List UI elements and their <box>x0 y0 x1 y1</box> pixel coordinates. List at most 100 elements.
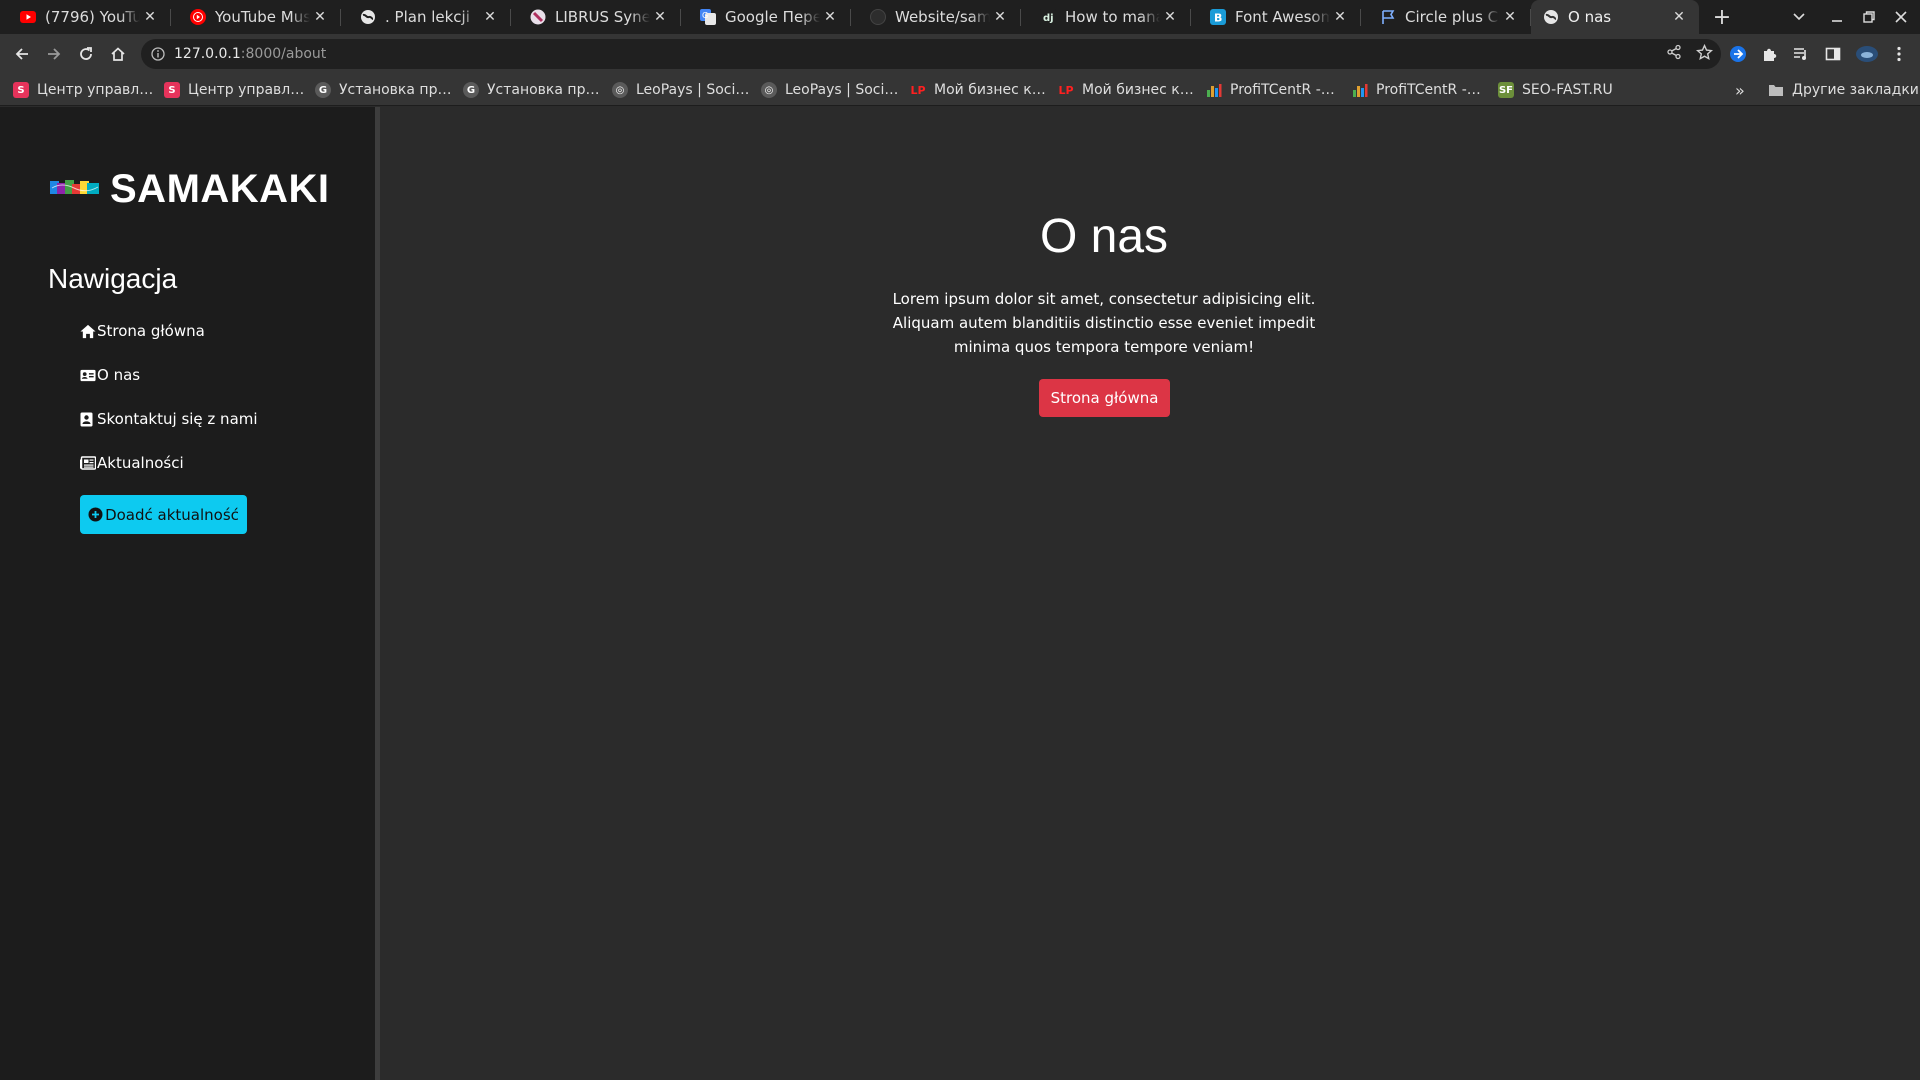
bookmark-item[interactable]: S Центр управл… <box>13 74 153 106</box>
sf-icon: SF <box>1498 82 1514 98</box>
close-icon[interactable]: ✕ <box>1160 7 1180 27</box>
close-window-button[interactable] <box>1884 0 1918 34</box>
tab-title: How to manage <box>1065 8 1160 26</box>
se-icon: S <box>13 82 29 98</box>
tab-search-button[interactable] <box>1782 0 1816 34</box>
menu-button[interactable] <box>1885 40 1913 68</box>
new-tab-button[interactable]: + <box>1708 3 1736 31</box>
nav-item-label: Aktualności <box>97 454 184 472</box>
home-button[interactable] <box>104 40 132 68</box>
extension-button[interactable] <box>1724 40 1752 68</box>
close-icon[interactable]: ✕ <box>1330 7 1350 27</box>
tab-strip: (7796) YouTube ✕ YouTube Music ✕ . Plan … <box>0 0 1920 34</box>
tab-o-nas[interactable]: O nas ✕ <box>1531 0 1699 34</box>
nav-item-news[interactable]: Aktualności <box>80 451 184 475</box>
brand[interactable]: SAMAKAKI <box>50 167 330 212</box>
chevron-down-icon <box>1793 13 1805 21</box>
bookmark-item[interactable]: ProfiTCentR -… <box>1352 74 1481 106</box>
page-viewport: SAMAKAKI Nawigacja Strona główna O nas S… <box>0 107 1920 1080</box>
url-host: 127.0.0.1 <box>174 46 241 62</box>
bookmark-label: SEO-FAST.RU <box>1522 82 1613 98</box>
bookmark-item[interactable]: G Установка пр… <box>315 74 451 106</box>
tab-title: LIBRUS Synergia <box>555 8 650 26</box>
home-icon <box>80 323 96 339</box>
newspaper-icon <box>80 455 96 471</box>
tab-title: Website/samakaki <box>895 8 990 26</box>
svg-text:dj: dj <box>1043 13 1054 24</box>
youtube-icon <box>20 9 36 25</box>
bookmark-item[interactable]: ◎ LeoPays | Soci… <box>761 74 898 106</box>
add-news-button[interactable]: Doadć aktualność <box>80 495 247 534</box>
tab-google-translate[interactable]: G Google Переводчик ✕ <box>680 0 851 34</box>
globe-icon <box>1543 9 1559 25</box>
profile-button[interactable] <box>1853 40 1881 68</box>
side-panel-icon <box>1825 47 1841 61</box>
bookmark-label: Другие закладки <box>1792 82 1919 98</box>
nav-item-home[interactable]: Strona główna <box>80 319 205 343</box>
tab-font-awesome[interactable]: B Font Awesome ✕ <box>1190 0 1361 34</box>
forward-button[interactable] <box>40 40 68 68</box>
bookmark-label: ProfiTCentR -… <box>1376 82 1481 98</box>
nav-item-label: Skontaktuj się z nami <box>97 410 258 428</box>
close-icon[interactable]: ✕ <box>1669 7 1689 27</box>
reload-button[interactable] <box>72 40 100 68</box>
other-bookmarks-folder[interactable]: Другие закладки <box>1768 74 1919 106</box>
bookmark-item[interactable]: LP Мой бизнес к… <box>1058 74 1194 106</box>
tab-plan-lekcji[interactable]: . Plan lekcji ✕ <box>340 0 511 34</box>
home-page-button[interactable]: Strona główna <box>1039 379 1170 417</box>
bookmark-item[interactable]: SF SEO-FAST.RU <box>1498 74 1613 106</box>
restore-button[interactable] <box>1852 0 1886 34</box>
close-icon[interactable]: ✕ <box>310 7 330 27</box>
close-icon[interactable]: ✕ <box>1500 7 1520 27</box>
close-icon[interactable]: ✕ <box>820 7 840 27</box>
back-button[interactable] <box>8 40 36 68</box>
tab-youtube-music[interactable]: YouTube Music ✕ <box>170 0 341 34</box>
tab-title: Circle plus Classic <box>1405 8 1500 26</box>
add-news-label: Doadć aktualność <box>105 505 239 524</box>
bookmarks-overflow-button[interactable]: » <box>1735 74 1745 106</box>
g-icon: G <box>463 82 479 98</box>
info-icon[interactable] <box>151 47 165 61</box>
tab-django[interactable]: dj How to manage ✕ <box>1020 0 1191 34</box>
logo-icon <box>50 178 100 202</box>
tab-youtube[interactable]: (7796) YouTube ✕ <box>0 0 171 34</box>
bookmark-item[interactable]: S Центр управл… <box>164 74 304 106</box>
reload-icon <box>80 47 92 60</box>
tab-librus[interactable]: LIBRUS Synergia ✕ <box>510 0 681 34</box>
g-icon: G <box>315 82 331 98</box>
bookmark-label: Центр управл… <box>188 82 305 98</box>
star-icon[interactable] <box>1695 43 1714 65</box>
bookmark-item[interactable]: LP Мой бизнес к… <box>910 74 1046 106</box>
nav-item-about[interactable]: O nas <box>80 363 140 387</box>
bar-chart-icon <box>1352 82 1368 98</box>
nav-item-contact[interactable]: Skontaktuj się z nami <box>80 407 258 431</box>
bootstrap-icon: B <box>1210 9 1226 25</box>
double-chevron-icon: » <box>1735 80 1745 100</box>
description-line: Aliquam autem blanditiis distinctio esse… <box>892 314 1316 332</box>
nav-heading: Nawigacja <box>48 263 178 294</box>
close-icon[interactable]: ✕ <box>140 7 160 27</box>
bookmark-label: Мой бизнес к… <box>1082 82 1194 98</box>
tab-circle-plus[interactable]: Circle plus Classic ✕ <box>1360 0 1531 34</box>
bookmark-item[interactable]: ◎ LeoPays | Soci… <box>612 74 749 106</box>
address-bar[interactable]: 127.0.0.1:8000/about <box>141 39 1721 69</box>
bookmark-item[interactable]: ProfiTCentR -… <box>1206 74 1335 106</box>
bookmark-label: Мой бизнес к… <box>934 82 1046 98</box>
close-icon[interactable]: ✕ <box>480 7 500 27</box>
sidebar: SAMAKAKI Nawigacja Strona główna O nas S… <box>0 107 380 1080</box>
close-icon[interactable]: ✕ <box>990 7 1010 27</box>
description-line: minima quos tempora tempore veniam! <box>953 338 1255 356</box>
svg-text:G: G <box>702 11 708 20</box>
page-title: O nas <box>1039 210 1169 263</box>
reading-list-button[interactable] <box>1787 40 1815 68</box>
avatar-icon <box>1856 46 1878 62</box>
folder-icon <box>1768 82 1784 98</box>
close-icon[interactable]: ✕ <box>650 7 670 27</box>
id-card-icon <box>80 367 96 383</box>
minimize-button[interactable] <box>1820 0 1854 34</box>
share-icon[interactable] <box>1666 44 1682 64</box>
side-panel-button[interactable] <box>1819 40 1847 68</box>
tab-github[interactable]: Website/samakaki ✕ <box>850 0 1021 34</box>
extensions-button[interactable] <box>1755 40 1783 68</box>
bookmark-item[interactable]: G Установка пр… <box>463 74 599 106</box>
